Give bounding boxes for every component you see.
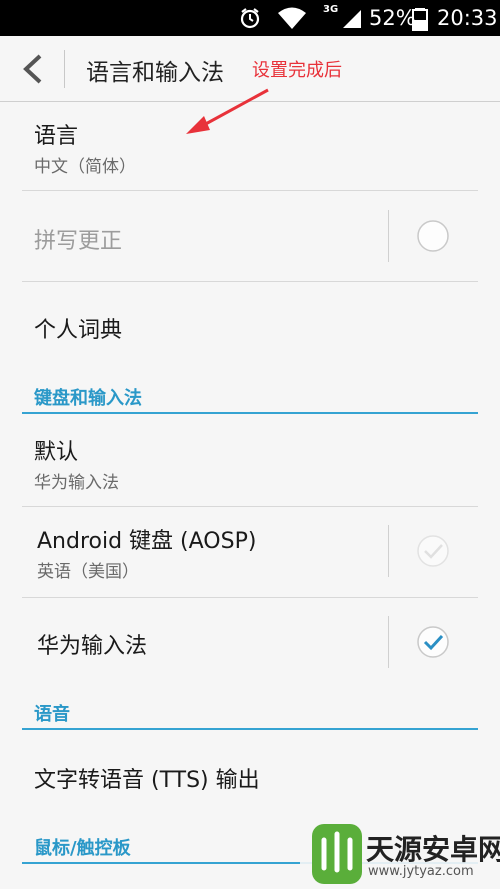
aosp-title: Android 键盘 (AOSP): [37, 529, 257, 554]
personal-dictionary-row[interactable]: 个人词典: [22, 282, 478, 372]
wifi-icon: [276, 0, 308, 36]
spell-check-title: 拼写更正: [34, 229, 123, 254]
clock: 20:33: [437, 6, 498, 30]
aosp-keyboard-row[interactable]: Android 键盘 (AOSP) 英语（美国）: [22, 507, 478, 597]
page-title: 语言和输入法: [86, 60, 224, 86]
section-underline: [22, 728, 478, 730]
battery-icon: [411, 0, 429, 36]
language-title: 语言: [34, 124, 79, 149]
huawei-ime-checkbox[interactable]: [416, 625, 450, 659]
aosp-checkbox[interactable]: [416, 534, 450, 568]
network-type: 3G: [323, 4, 339, 15]
watermark-url: www.jytyaz.com: [368, 864, 474, 879]
language-subtitle: 中文（简体）: [34, 157, 136, 177]
row-vertical-divider: [388, 616, 389, 668]
annotation-text: 设置完成后: [252, 60, 342, 81]
huawei-ime-title: 华为输入法: [37, 634, 148, 659]
section-label: 鼠标/触控板: [34, 838, 131, 859]
section-label: 键盘和输入法: [34, 388, 142, 409]
default-title: 默认: [34, 440, 79, 465]
personal-dictionary-title: 个人词典: [34, 318, 123, 343]
row-vertical-divider: [388, 525, 389, 577]
default-keyboard-row[interactable]: 默认 华为输入法: [22, 418, 478, 506]
section-underline: [22, 412, 478, 414]
huawei-ime-row[interactable]: 华为输入法: [22, 598, 478, 688]
default-subtitle: 华为输入法: [34, 473, 119, 493]
section-header-keyboard: 键盘和输入法: [22, 372, 478, 416]
status-bar: 3G 52% 20:33: [0, 0, 500, 36]
aosp-subtitle: 英语（美国）: [37, 562, 139, 582]
row-vertical-divider: [388, 210, 389, 262]
spell-check-row[interactable]: 拼写更正: [22, 191, 478, 281]
back-button[interactable]: [14, 48, 54, 90]
section-header-speech: 语音: [22, 688, 478, 732]
spell-check-checkbox[interactable]: [416, 219, 450, 253]
alarm-icon: [238, 0, 262, 36]
tts-title: 文字转语音 (TTS) 输出: [34, 768, 260, 793]
language-row[interactable]: 语言 中文（简体）: [22, 102, 478, 190]
action-bar-divider: [64, 50, 65, 88]
watermark-name: 天源安卓网: [366, 833, 500, 866]
signal-icon: [341, 0, 363, 36]
battery-percent: 52%: [369, 6, 416, 30]
section-label: 语音: [34, 704, 70, 725]
tts-output-row[interactable]: 文字转语音 (TTS) 输出: [22, 732, 478, 822]
chevron-left-icon: [23, 54, 42, 84]
